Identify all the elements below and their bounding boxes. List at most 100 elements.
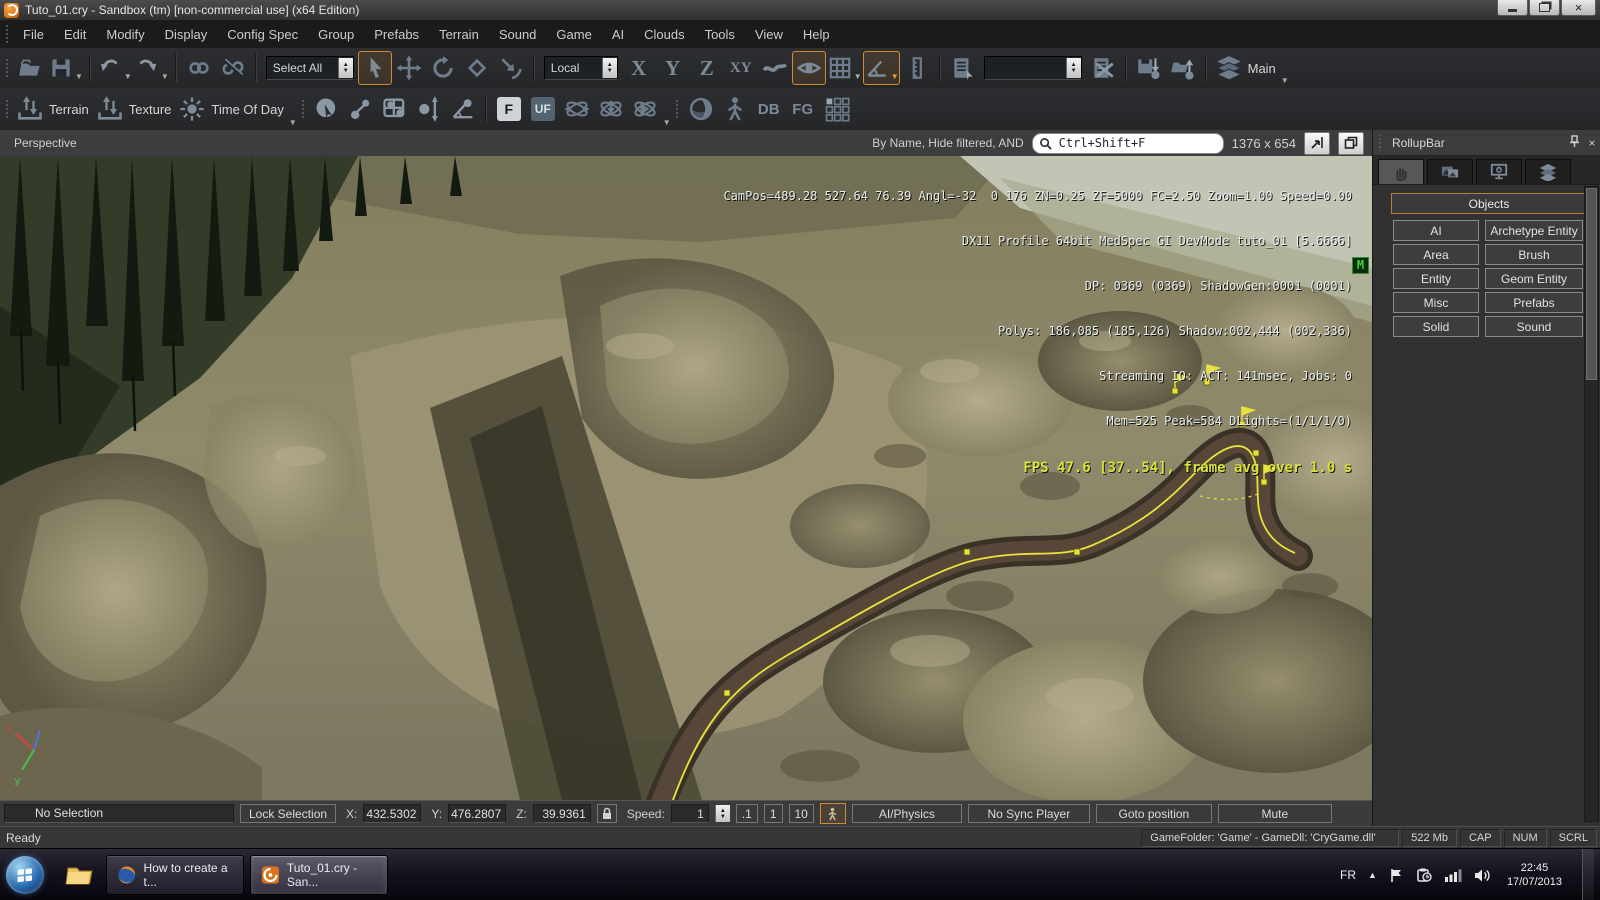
constrain-z-button[interactable]: Z	[690, 51, 724, 85]
viewport-layout-button[interactable]	[1338, 132, 1364, 155]
goto-position-button[interactable]: Goto position	[1096, 804, 1212, 823]
menu-prefabs[interactable]: Prefabs	[364, 22, 429, 47]
search-input[interactable]	[1057, 135, 1201, 151]
speed-preset-10-button[interactable]: 10	[789, 804, 814, 823]
speaker-icon[interactable]	[1474, 868, 1491, 883]
coord-system-combo[interactable]: Local ▲▼	[544, 56, 618, 80]
grid-snap-dropdown-arrow[interactable]: ▼	[854, 72, 862, 84]
angle-snap-dropdown-arrow[interactable]: ▼	[891, 72, 899, 84]
follow-terrain-button[interactable]	[758, 51, 792, 85]
redo-button[interactable]: ▼	[133, 51, 170, 85]
restore-button[interactable]	[1529, 0, 1560, 16]
object-button-brush[interactable]: Brush	[1485, 244, 1583, 265]
texture-button-label[interactable]: Texture	[129, 102, 172, 117]
terrain-button-label[interactable]: Terrain	[49, 102, 89, 117]
minimize-button[interactable]	[1497, 0, 1528, 16]
close-button[interactable]: ×	[1561, 0, 1596, 16]
scale-tool-button[interactable]	[460, 51, 494, 85]
tray-expand-icon[interactable]: ▲	[1368, 870, 1377, 880]
named-selection-combo[interactable]: ▲▼	[984, 56, 1082, 80]
y-coord-input[interactable]	[448, 804, 506, 823]
selection-mask-combo[interactable]: Select All ▲▼	[266, 56, 354, 80]
viewport-view-label[interactable]: Perspective	[14, 136, 77, 150]
select-tool-button[interactable]	[358, 51, 392, 85]
camera-snap-button[interactable]	[792, 51, 826, 85]
import-terrain-button[interactable]	[13, 92, 47, 126]
search-box[interactable]	[1032, 133, 1224, 154]
link-button[interactable]	[182, 51, 216, 85]
no-sync-player-button[interactable]: No Sync Player	[968, 804, 1090, 823]
character-editor-button[interactable]	[718, 92, 752, 126]
object-button-ai[interactable]: AI	[1393, 220, 1479, 241]
speed-spinner[interactable]: ▲▼	[715, 805, 730, 822]
filter-mode-label[interactable]: By Name, Hide filtered, AND	[872, 136, 1023, 150]
time-of-day-label[interactable]: Time Of Day	[211, 102, 283, 117]
perspective-viewport[interactable]: x y CamPos=489.28 527.64 76.39 Angl=-32 …	[0, 156, 1372, 800]
menu-display[interactable]: Display	[155, 22, 218, 47]
asset-browser-button[interactable]	[820, 92, 854, 126]
undo-button[interactable]: ▼	[96, 51, 133, 85]
scrollbar-thumb[interactable]	[1586, 188, 1597, 380]
speed-preset-01-button[interactable]: .1	[736, 804, 758, 823]
rollup-scrollbar[interactable]	[1584, 186, 1599, 822]
object-button-sound[interactable]: Sound	[1485, 316, 1583, 337]
menu-config-spec[interactable]: Config Spec	[217, 22, 308, 47]
pin-icon[interactable]	[1565, 135, 1583, 150]
menu-tools[interactable]: Tools	[695, 22, 745, 47]
menu-sound[interactable]: Sound	[489, 22, 547, 47]
menu-view[interactable]: View	[745, 22, 793, 47]
menu-terrain[interactable]: Terrain	[429, 22, 489, 47]
redo-dropdown-arrow[interactable]: ▼	[161, 72, 169, 84]
explorer-button[interactable]	[58, 855, 100, 895]
language-indicator[interactable]: FR	[1340, 868, 1356, 882]
object-button-area[interactable]: Area	[1393, 244, 1479, 265]
object-button-geom-entity[interactable]: Geom Entity	[1485, 268, 1583, 289]
clear-selection-button[interactable]	[1086, 51, 1120, 85]
physics-simulate-button[interactable]	[628, 92, 662, 126]
menu-modify[interactable]: Modify	[96, 22, 154, 47]
taskbar-clock[interactable]: 22:45 17/07/2013	[1507, 861, 1562, 889]
object-button-misc[interactable]: Misc	[1393, 292, 1479, 313]
character-toggle-button[interactable]	[820, 803, 846, 824]
constrain-xy-button[interactable]: XY	[724, 51, 758, 85]
angle-snap-button[interactable]: ▼	[863, 51, 900, 85]
network-signal-icon[interactable]	[1444, 868, 1462, 882]
tab-layers[interactable]	[1525, 159, 1571, 184]
select-terrain-tool-button[interactable]	[494, 51, 528, 85]
save-dropdown-arrow[interactable]: ▼	[75, 72, 83, 84]
speed-input[interactable]	[671, 804, 709, 823]
toolbar-grip[interactable]	[675, 98, 680, 120]
material-editor-button[interactable]	[684, 92, 718, 126]
menu-ai[interactable]: AI	[602, 22, 634, 47]
flowgraph-button[interactable]: FG	[786, 92, 820, 126]
layers-button[interactable]	[1212, 51, 1246, 85]
x-coord-input[interactable]	[363, 804, 421, 823]
start-button[interactable]	[6, 856, 44, 894]
grid-snap-button[interactable]: ▼	[826, 51, 863, 85]
import-texture-button[interactable]	[93, 92, 127, 126]
physics-dropdown-arrow[interactable]: ▼	[663, 118, 671, 130]
constrain-y-button[interactable]: Y	[656, 51, 690, 85]
physics-reset-button[interactable]	[560, 92, 594, 126]
lock-axis-button[interactable]	[597, 804, 617, 823]
menubar-grip[interactable]	[4, 23, 9, 45]
menu-clouds[interactable]: Clouds	[634, 22, 694, 47]
rotate-tool-button[interactable]	[426, 51, 460, 85]
unfreeze-physics-button[interactable]: UF	[526, 92, 560, 126]
ruler-button[interactable]	[900, 51, 934, 85]
z-coord-input[interactable]	[533, 804, 591, 823]
grid-objects-button[interactable]	[378, 92, 412, 126]
rollupbar-grip[interactable]	[1377, 135, 1382, 151]
time-of-day-button[interactable]	[175, 92, 209, 126]
menu-help[interactable]: Help	[793, 22, 840, 47]
lock-selection-button[interactable]: Lock Selection	[240, 804, 336, 823]
action-center-flag-icon[interactable]	[1389, 868, 1404, 883]
titlebar[interactable]: Tuto_01.cry - Sandbox (tm) [non-commerci…	[0, 0, 1600, 21]
tab-objects[interactable]	[1378, 159, 1424, 184]
measure-pick-button[interactable]	[310, 92, 344, 126]
open-file-button[interactable]	[13, 51, 47, 85]
named-selection-button[interactable]	[946, 51, 980, 85]
menu-edit[interactable]: Edit	[54, 22, 96, 47]
save-button[interactable]: ▼	[47, 51, 84, 85]
physics-get-state-button[interactable]	[594, 92, 628, 126]
